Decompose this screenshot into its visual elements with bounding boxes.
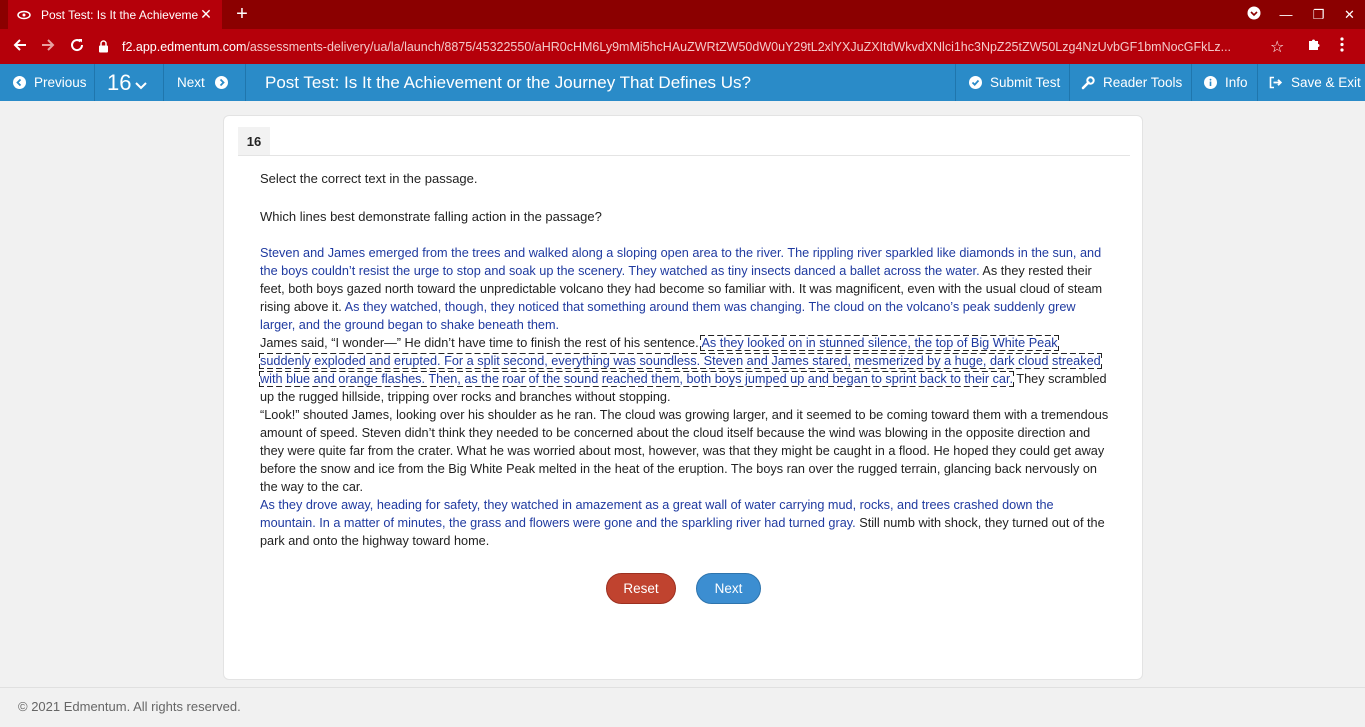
save-exit-label: Save & Exit [1291,75,1361,90]
question-prompt: Which lines best demonstrate falling act… [260,209,602,224]
close-window-button[interactable]: ✕ [1334,7,1365,23]
card-divider [238,155,1130,156]
hot-text-option[interactable]: As they watched, though, they noticed th… [260,300,1076,332]
info-icon [1203,76,1217,90]
sign-out-icon [1269,76,1283,90]
previous-label: Previous [34,75,87,90]
hot-text-option[interactable]: Steven and James emerged from the trees … [260,246,1101,278]
maximize-button[interactable]: ❐ [1303,7,1334,23]
next-question-button[interactable]: Next [177,64,229,101]
bookmark-star-icon[interactable]: ☆ [1270,37,1284,57]
reader-tools-button[interactable]: Reader Tools [1081,64,1182,101]
next-label: Next [177,75,205,90]
wrench-icon [1081,75,1095,90]
submit-test-label: Submit Test [990,75,1061,90]
chevron-right-circle-icon [215,76,229,90]
window-controls: — ❐ ✕ [1238,0,1365,29]
reload-icon[interactable] [67,37,87,57]
previous-button[interactable]: Previous [12,64,87,101]
passage-paragraph: James said, “I wonder—” He didn’t have t… [259,334,1110,406]
passage-paragraph: As they drove away, heading for safety, … [260,496,1110,550]
url-path: /assessments-delivery/ua/la/launch/8875/… [246,39,1232,54]
edmentum-favicon-icon [16,7,32,23]
next-button[interactable]: Next [696,573,761,604]
forward-arrow-icon[interactable] [38,37,58,57]
page-title: Post Test: Is It the Achievement or the … [265,72,752,92]
tab-title: Post Test: Is It the Achievement [41,7,198,22]
assessment-toolbar: Previous 16 Next Post Test: Is It the Ac… [0,64,1365,101]
reset-button[interactable]: Reset [606,573,676,604]
browser-tab-strip: Post Test: Is It the Achievement ✕ + — ❐… [0,0,1365,29]
chevron-left-circle-icon [12,76,26,90]
question-number-dropdown[interactable]: 16 [107,64,148,101]
check-circle-icon [968,76,982,90]
question-number-badge: 16 [238,127,270,155]
reader-tools-label: Reader Tools [1103,75,1183,90]
passage-paragraph: Steven and James emerged from the trees … [260,244,1110,334]
lock-icon [98,40,112,53]
passage: Steven and James emerged from the trees … [259,244,1110,550]
chevron-down-icon [135,78,148,93]
profile-icon[interactable] [1238,6,1269,23]
save-exit-button[interactable]: Save & Exit [1269,64,1361,101]
url-host: f2.app.edmentum.com [122,39,247,54]
submit-test-button[interactable]: Submit Test [968,64,1060,101]
info-button[interactable]: Info [1203,64,1248,101]
new-tab-button[interactable]: + [232,4,252,24]
passage-text: James said, “I wonder—” He didn’t have t… [260,336,702,350]
passage-text: “Look!” shouted James, looking over his … [260,408,1109,494]
extensions-puzzle-icon[interactable] [1307,37,1322,56]
back-arrow-icon[interactable] [10,37,30,57]
browser-menu-icon[interactable] [1340,37,1344,56]
minimize-button[interactable]: — [1269,7,1303,22]
close-tab-icon[interactable]: ✕ [198,6,214,23]
address-bar: f2.app.edmentum.com/assessments-delivery… [0,29,1365,64]
instruction-text: Select the correct text in the passage. [260,171,478,186]
footer: © 2021 Edmentum. All rights reserved. [0,687,1365,727]
passage-paragraph: “Look!” shouted James, looking over his … [260,406,1110,496]
question-card: 16 Select the correct text in the passag… [223,115,1143,680]
browser-tab[interactable]: Post Test: Is It the Achievement ✕ [8,0,222,29]
copyright-text: © 2021 Edmentum. All rights reserved. [18,699,241,714]
question-number: 16 [107,69,132,95]
info-label: Info [1225,75,1248,90]
url-field[interactable]: f2.app.edmentum.com/assessments-delivery… [98,32,1298,61]
